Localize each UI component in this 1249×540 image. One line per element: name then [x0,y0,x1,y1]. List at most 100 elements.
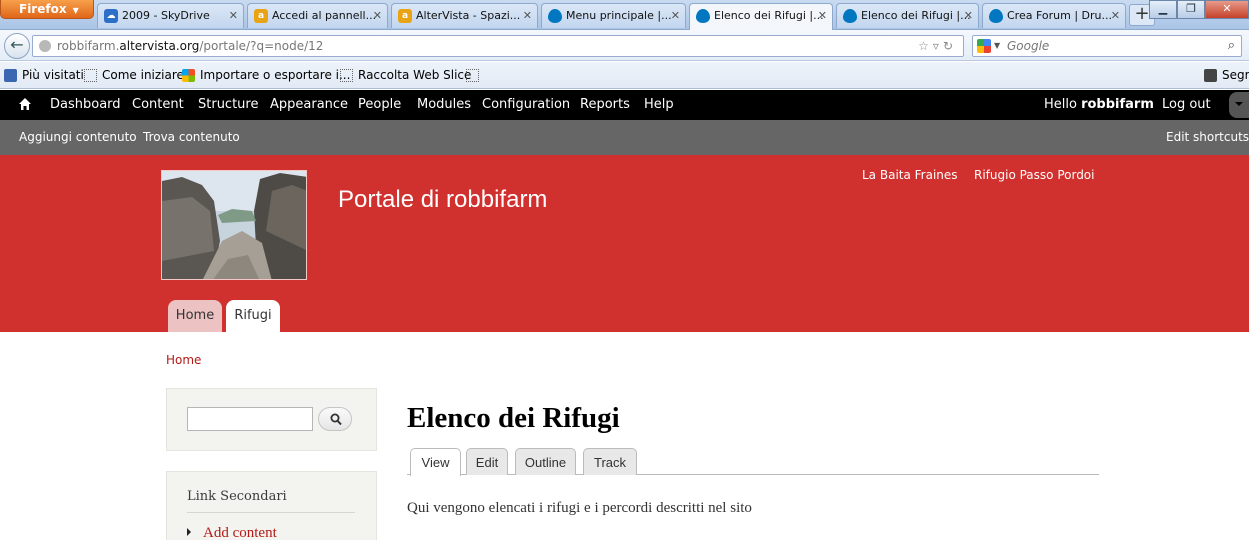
bookmark-label: Importare o esportare i... [200,68,351,82]
browser-tab-label: Elenco dei Rifugi |... [714,9,824,22]
skydrive-icon: ☁ [104,9,118,23]
bookmarks-bar: Più visitati Come iniziare Importare o e… [0,62,1249,89]
browser-tab[interactable]: ☁ 2009 - SkyDrive ✕ [97,3,244,28]
toolbar-reports[interactable]: Reports [580,90,630,120]
browser-tab[interactable]: Elenco dei Rifugi |... ✕ [836,3,979,28]
close-icon[interactable]: ✕ [818,4,827,27]
tab-outline[interactable]: Outline [515,448,576,475]
browser-tab-label: Crea Forum | Dru... [1007,9,1112,22]
tab-edit[interactable]: Edit [466,448,508,475]
nav-item-add-content[interactable]: Add content [187,525,277,540]
windows-icon [182,69,195,82]
secondary-link-pordoi[interactable]: Rifugio Passo Pordoi [974,168,1095,182]
page-title: Elenco dei Rifugi [407,402,620,434]
toolbar-structure[interactable]: Structure [198,90,258,120]
close-icon[interactable]: ✕ [373,4,382,27]
secondary-link-baita[interactable]: La Baita Fraines [862,168,958,182]
main-menu-home[interactable]: Home [168,300,222,332]
dropdown-icon[interactable]: ▿ [933,39,943,53]
main-menu-rifugi[interactable]: Rifugi [226,300,280,332]
browser-tab[interactable]: a Accedi al pannell... ✕ [247,3,388,28]
drupal-icon [843,9,857,23]
node-body: Qui vengono elencati i rifugi e i percor… [407,500,752,516]
drupal-icon [989,9,1003,23]
toolbar-appearance[interactable]: Appearance [270,90,348,120]
close-icon[interactable]: ✕ [229,4,238,27]
tab-track[interactable]: Track [583,448,637,475]
bookmark-folder-icon [4,69,17,82]
chevron-down-icon[interactable]: ▼ [994,36,1000,56]
window-close-icon[interactable]: ✕ [1205,0,1249,19]
bookmark-segr[interactable]: Segr [1204,67,1249,84]
close-icon[interactable]: ✕ [1111,4,1120,27]
bookmark-web-slice[interactable]: Raccolta Web Slice [340,67,471,84]
close-icon[interactable]: ✕ [964,4,973,27]
star-bookmark-icon[interactable]: ☆ [918,39,933,53]
star-bookmark-icon [1204,69,1217,82]
close-icon[interactable]: ✕ [671,4,680,27]
nav-item-label: Add content [203,525,277,540]
toolbar-configuration[interactable]: Configuration [482,90,570,120]
bookmark-label: Più visitati [22,68,84,82]
close-icon[interactable]: ✕ [523,4,532,27]
drupal-icon [696,9,710,23]
page-icon [84,69,97,82]
bookmark-label: Segr [1222,68,1249,82]
browser-nav-bar: ← robbifarm.altervista.org/portale/?q=no… [0,30,1249,61]
bookmark-getting-started[interactable]: Come iniziare [84,67,184,84]
url-subdomain: robbifarm. [57,39,120,53]
toolbar-user-greeting: Hello robbifarm [1044,90,1154,120]
toolbar-modules[interactable]: Modules [417,90,471,120]
search-button[interactable] [318,407,352,431]
tab-view[interactable]: View [410,448,461,476]
toolbar-help[interactable]: Help [644,90,674,120]
toolbar-content[interactable]: Content [132,90,184,120]
site-name[interactable]: Portale di robbifarm [338,186,547,214]
reload-icon[interactable]: ↻ [943,39,957,53]
search-input[interactable] [187,407,313,431]
window-controls: ▁ ❐ ✕ [1149,0,1249,20]
admin-toolbar: Dashboard Content Structure Appearance P… [0,90,1249,120]
minimize-icon[interactable]: ▁ [1149,0,1177,19]
bookmark-most-visited[interactable]: Più visitati [4,67,84,84]
toolbar-dashboard[interactable]: Dashboard [50,90,121,120]
site-logo[interactable] [161,170,307,280]
search-engine-placeholder: Google [1007,39,1050,53]
bookmark-import-export[interactable]: Importare o esportare i... [182,67,350,84]
username-link[interactable]: robbifarm [1081,97,1154,112]
shortcut-find-content[interactable]: Trova contenuto [143,120,240,155]
back-arrow-icon[interactable]: ← [4,33,30,59]
home-icon[interactable] [18,97,32,111]
bookmark-label: Raccolta Web Slice [358,68,472,82]
local-tasks-tabs: View Edit Outline Track [407,448,1099,476]
search-engine-bar[interactable]: ▼ Google ⌕ [972,35,1242,57]
url-domain: altervista.org [119,39,200,53]
edit-shortcuts-link[interactable]: Edit shortcuts [1166,120,1249,155]
url-bar[interactable]: robbifarm.altervista.org/portale/?q=node… [32,35,964,57]
greeting-prefix: Hello [1044,97,1082,112]
breadcrumb[interactable]: Home [166,353,201,367]
altervista-icon: a [398,9,412,23]
browser-tab-bar: Firefox ▼ ☁ 2009 - SkyDrive ✕ a Accedi al… [0,0,1249,30]
bookmark-empty[interactable] [466,67,484,84]
shortcut-add-content[interactable]: Aggiungi contenuto [19,120,137,155]
page-icon [466,69,479,82]
browser-tab[interactable]: a AlterVista - Spazi... ✕ [391,3,538,28]
url-path: /portale/?q=node/12 [199,39,324,53]
firefox-menu-label: Firefox [19,2,67,16]
logout-link[interactable]: Log out [1162,90,1211,120]
toolbar-drawer-toggle[interactable] [1229,92,1249,118]
browser-tab-label: AlterVista - Spazi... [416,9,521,22]
maximize-icon[interactable]: ❐ [1177,0,1205,19]
toolbar-people[interactable]: People [358,90,401,120]
browser-tab-label: Menu principale |... [566,9,672,22]
browser-tab[interactable]: Crea Forum | Dru... ✕ [982,3,1126,28]
browser-tab-active[interactable]: Elenco dei Rifugi |... ✕ [689,3,833,30]
search-icon [330,413,342,426]
browser-tab-label: Elenco dei Rifugi |... [861,9,971,22]
bullet-arrow-icon [187,528,195,536]
bookmark-label: Come iniziare [102,68,184,82]
browser-tab[interactable]: Menu principale |... ✕ [541,3,686,28]
search-icon[interactable]: ⌕ [1228,36,1235,56]
firefox-menu-button[interactable]: Firefox ▼ [0,0,94,19]
